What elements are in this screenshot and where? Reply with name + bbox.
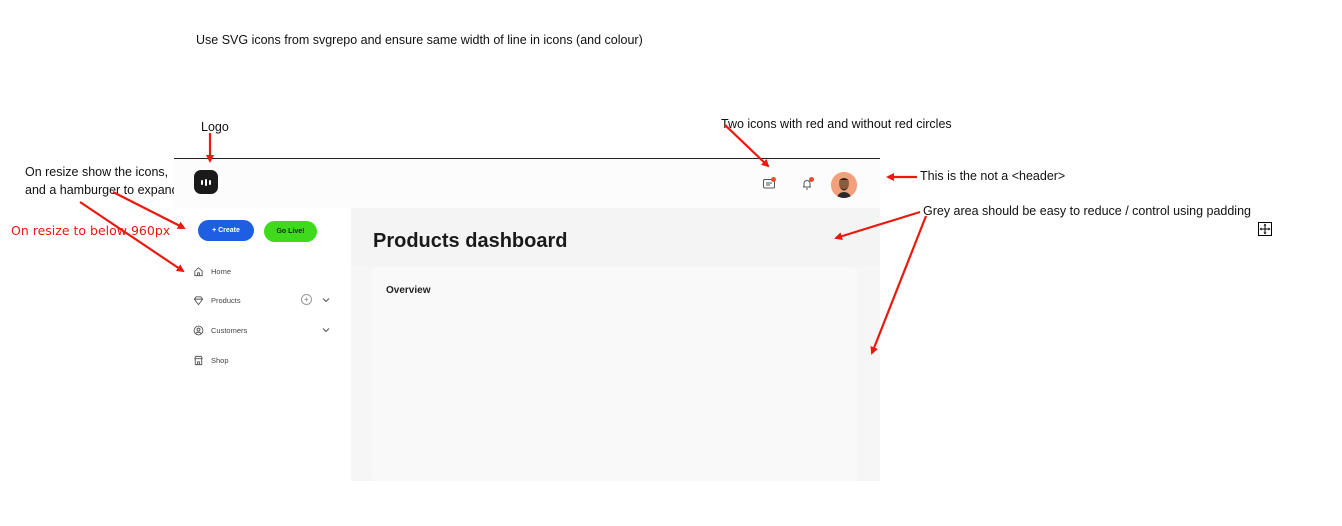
arrow-grey-side bbox=[870, 215, 928, 355]
top-bar bbox=[174, 159, 880, 208]
page-title: Products dashboard bbox=[373, 230, 568, 252]
annotation-breakpoint: On resize to below 960px bbox=[11, 223, 171, 238]
home-icon bbox=[194, 266, 203, 276]
avatar-illustration bbox=[831, 172, 857, 198]
go-live-button[interactable]: Go Live! bbox=[264, 221, 317, 242]
annotation-header: This is the not a <header> bbox=[920, 169, 1066, 183]
notification-dot bbox=[771, 177, 776, 182]
annotation-logo: Logo bbox=[201, 120, 229, 134]
annotation-grey-area: Grey area should be easy to reduce / con… bbox=[923, 204, 1251, 218]
annotation-resize-behavior: On resize show the icons, and a hamburge… bbox=[25, 165, 179, 197]
sidebar-item-label: Customers bbox=[211, 325, 248, 335]
user-circle-icon bbox=[193, 325, 204, 335]
sidebar-item-products[interactable]: Products bbox=[193, 293, 241, 307]
sidebar-item-label: Products bbox=[211, 295, 241, 305]
notification-dot bbox=[809, 177, 814, 182]
sidebar: + Create Go Live! Home Products + Custom… bbox=[174, 208, 351, 481]
card-title: Overview bbox=[386, 285, 431, 296]
app-mockup: + Create Go Live! Home Products + Custom… bbox=[174, 158, 880, 481]
chevron-down-icon[interactable] bbox=[321, 295, 331, 305]
annotation-icons-guideline: Use SVG icons from svgrepo and ensure sa… bbox=[196, 33, 643, 47]
annotation-topbar-icons: Two icons with red and without red circl… bbox=[721, 117, 952, 131]
main-content: Products dashboard Overview bbox=[351, 208, 880, 481]
products-actions: + bbox=[301, 294, 312, 305]
sidebar-item-label: Shop bbox=[211, 355, 229, 365]
plus-icon[interactable]: + bbox=[301, 294, 312, 305]
sidebar-item-label: Home bbox=[211, 266, 232, 276]
move-handle-icon[interactable] bbox=[1258, 222, 1272, 236]
sidebar-item-customers[interactable]: Customers bbox=[193, 323, 247, 337]
store-icon bbox=[194, 355, 203, 365]
overview-card: Overview bbox=[372, 268, 857, 481]
chevron-down-icon[interactable] bbox=[321, 325, 331, 335]
sidebar-item-shop[interactable]: Shop bbox=[193, 353, 229, 367]
logo-icon[interactable] bbox=[194, 170, 218, 194]
diamond-icon bbox=[193, 295, 204, 305]
create-button[interactable]: + Create bbox=[198, 220, 254, 241]
avatar[interactable] bbox=[831, 172, 857, 198]
sidebar-item-home[interactable]: Home bbox=[193, 264, 231, 278]
